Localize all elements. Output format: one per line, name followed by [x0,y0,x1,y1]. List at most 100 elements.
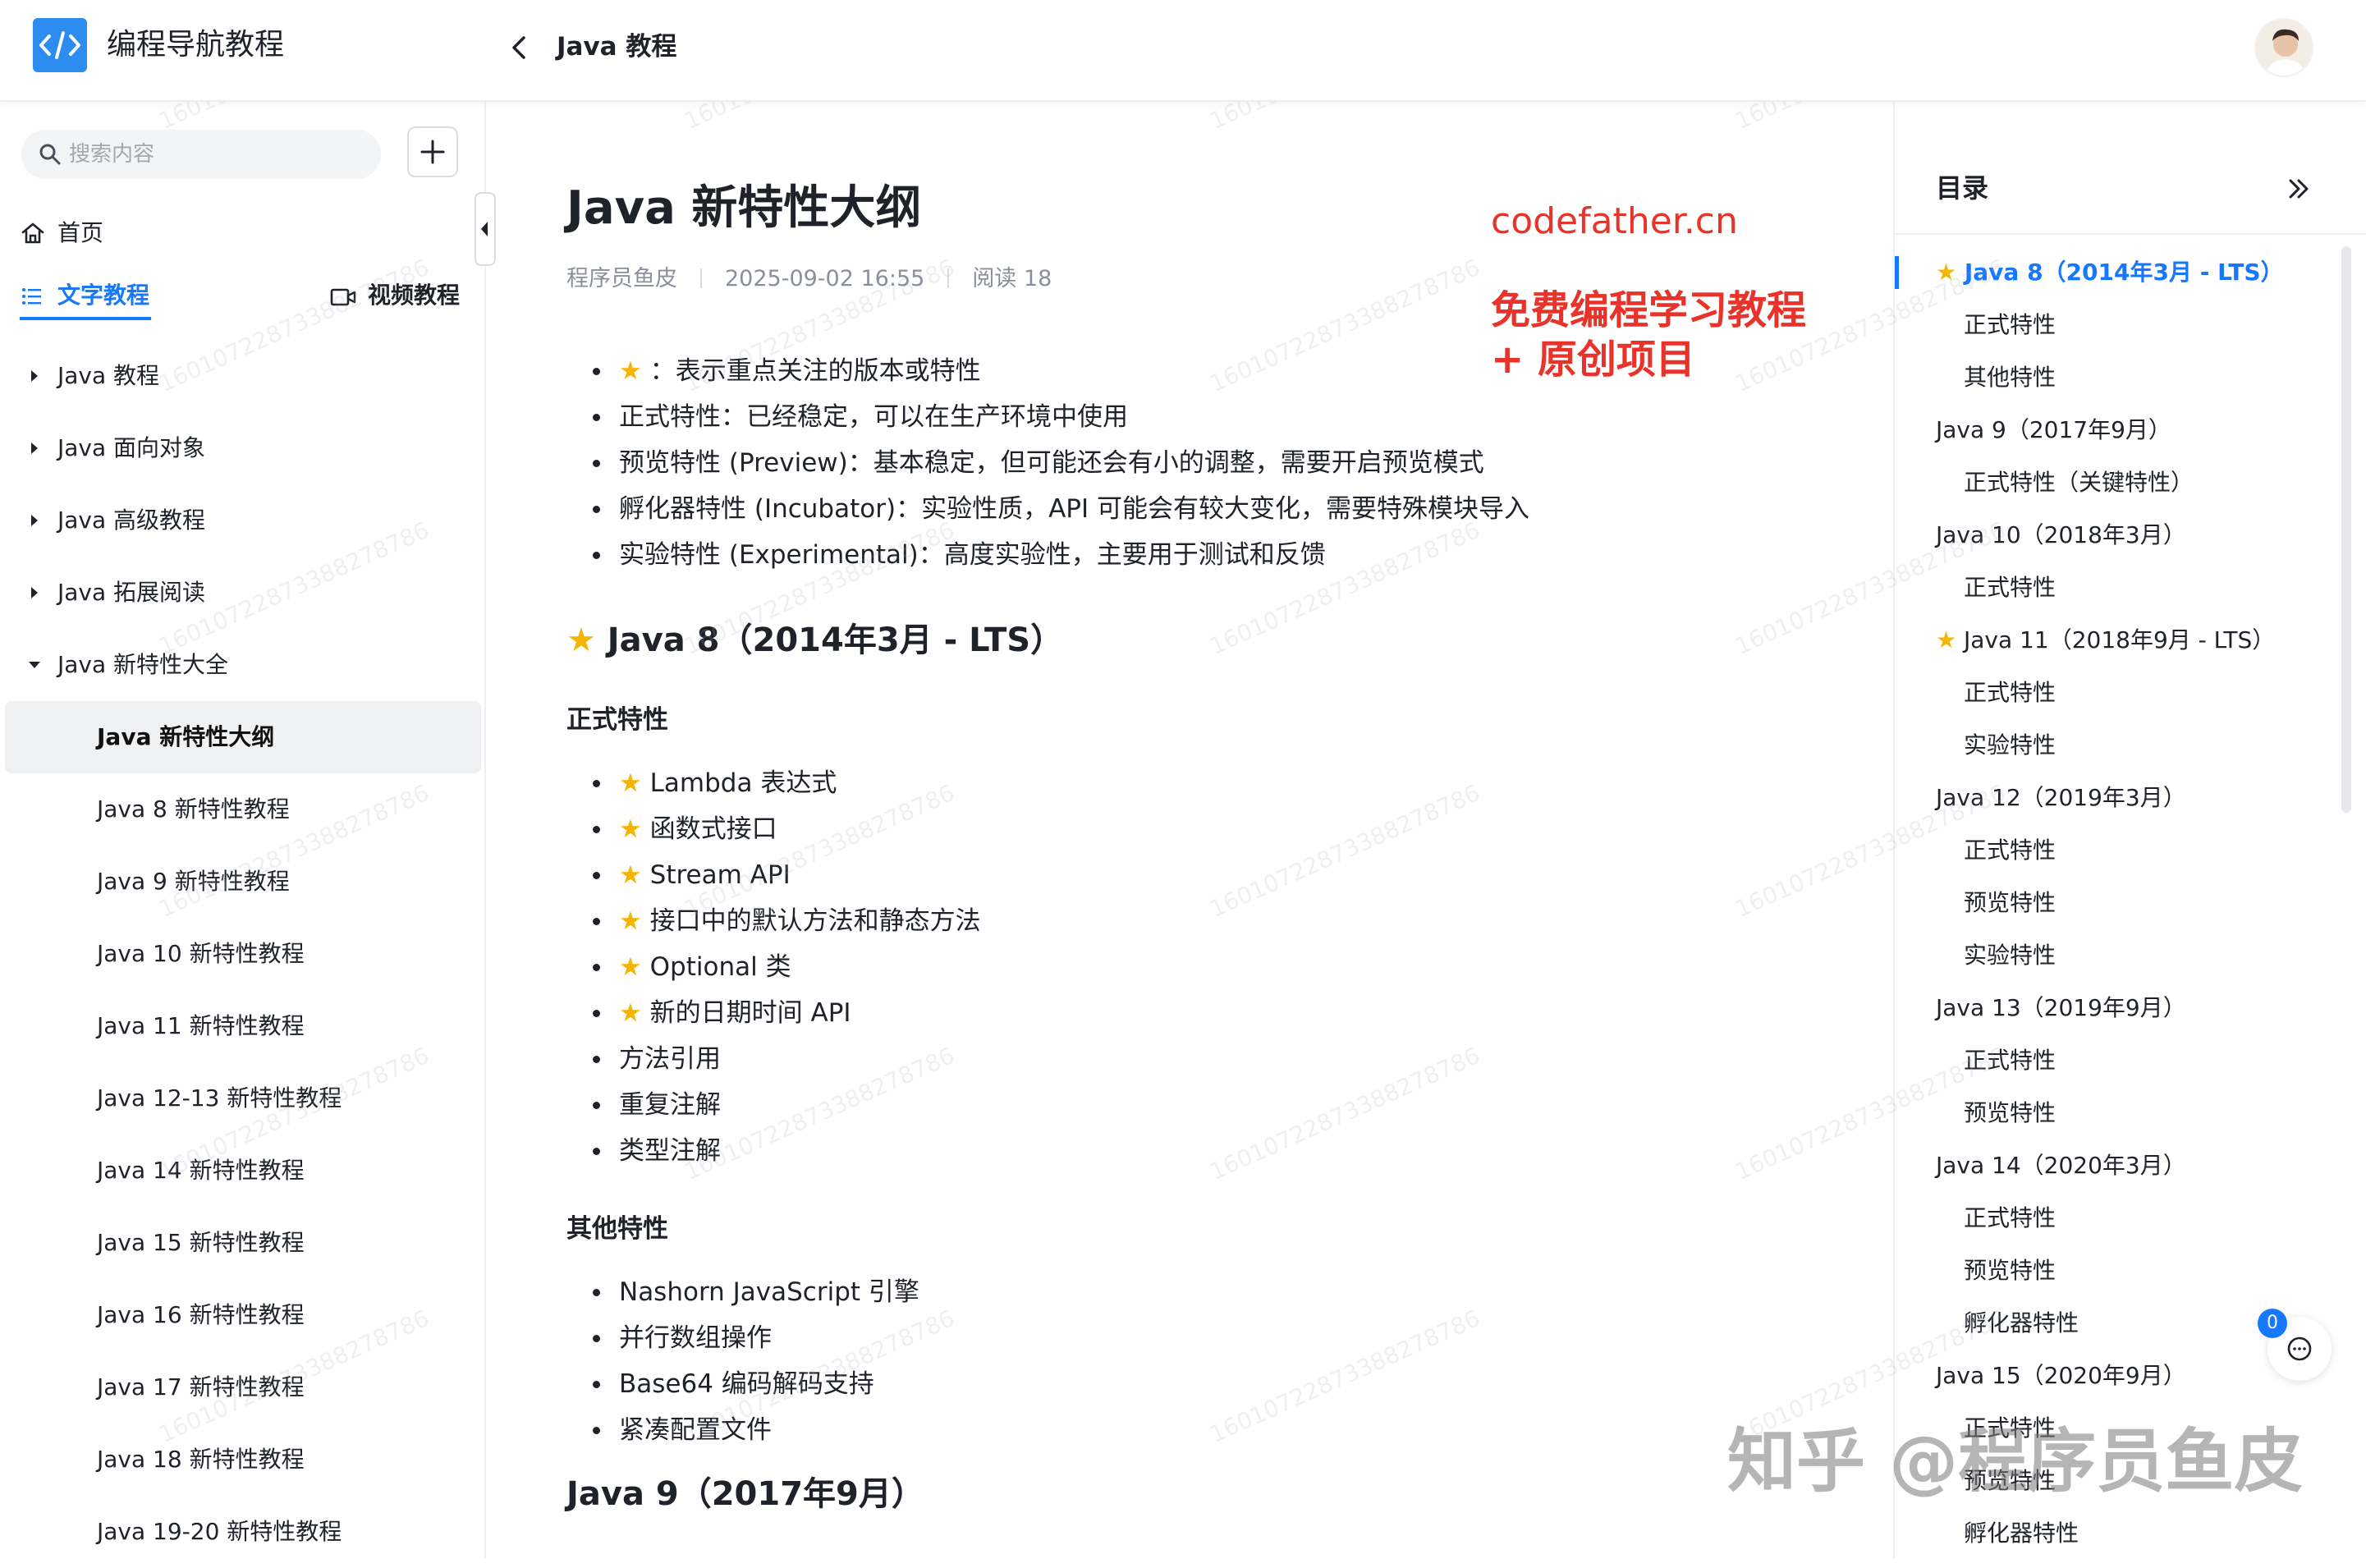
toc-item-label: 正式特性 [1964,1044,2056,1077]
toc-item-text: 正式特性（关键特性） [1964,469,2194,496]
list-item-text: 新的日期时间 API [649,998,851,1028]
sidebar-item[interactable]: Java 12-13 新特性教程 [5,1062,481,1135]
sidebar-item-label: Java 9 新特性教程 [97,868,290,895]
toc-item[interactable]: 正式特性 [1895,1034,2338,1087]
sidebar-item[interactable]: Java 18 新特性教程 [5,1424,481,1496]
toc-item[interactable]: Java 12（2019年3月） [1895,772,2338,824]
list-item-text: 实验特性 (Experimental)：高度实验性，主要用于测试和反馈 [619,540,1326,570]
star-icon: ★ [619,860,650,890]
toc-item[interactable]: Java 13（2019年9月） [1895,982,2338,1034]
star-icon: ★ [566,621,596,659]
toc-item[interactable]: 其他特性 [1895,351,2338,404]
caret-right-icon[interactable] [25,509,44,532]
toc-item-text: 孵化器特性 [1964,1309,2079,1336]
sidebar-item[interactable]: Java 新特性大全 [5,629,481,701]
chevron-left-icon[interactable] [504,30,534,66]
sidebar-item[interactable]: Java 15 新特性教程 [5,1207,481,1279]
tab-video-tutorial[interactable]: 视频教程 [328,273,476,322]
toc-item-label: Java 14（2020年3月） [1936,1149,2186,1182]
toc-item[interactable]: 预览特性 [1895,1245,2338,1297]
article-meta: 程序员鱼皮 2025-09-02 16:55 阅读 18 [566,263,1052,296]
toc-item-text: 正式特性 [1964,679,2056,706]
toc-item[interactable]: 正式特性 [1895,299,2338,351]
list-item-text: ：表示重点关注的版本或特性 [649,356,981,386]
star-icon: ★ [619,814,650,844]
search-icon [38,142,62,167]
toc-item[interactable]: ★ Java 11（2018年9月 - LTS） [1895,614,2338,667]
toc-item-label: 预览特性 [1964,1254,2056,1287]
toc-item[interactable]: 实验特性 [1895,929,2338,982]
tab-text-tutorial[interactable]: 文字教程 [20,273,184,322]
toc-item[interactable]: Java 9（2017年9月） [1895,404,2338,456]
caret-down-icon[interactable] [25,653,44,676]
sidebar-item[interactable]: Java 教程 [5,340,481,412]
toc-item[interactable]: 预览特性 [1895,1087,2338,1139]
sidebar-item[interactable]: Java 8 新特性教程 [5,773,481,846]
section-java8: ★ Java 8（2014年3月 - LTS） [566,616,1063,665]
sidebar-item[interactable]: Java 16 新特性教程 [5,1279,481,1351]
toc-item-label: 预览特性 [1964,1097,2056,1130]
toc-item-text: Java 15（2020年9月） [1936,1362,2186,1389]
code-brackets-icon[interactable] [33,18,87,72]
caret-right-icon[interactable] [25,437,44,460]
toc-item[interactable]: 正式特性 [1895,667,2338,719]
sidebar-item[interactable]: Java 9 新特性教程 [5,846,481,918]
toc-item-text: 其他特性 [1964,364,2056,391]
double-chevron-right-icon[interactable] [2281,171,2317,207]
nav-home[interactable]: 首页 [20,209,266,258]
sidebar-tree: Java 教程 Java 面向对象 Java 高级教程 Java 拓展阅读 Java 新… [0,340,486,1568]
star-icon: ★ [619,906,650,936]
search-input[interactable]: 搜索内容 [21,130,381,179]
app-title[interactable]: 编程导航教程 [107,25,284,66]
sidebar-item[interactable]: Java 新特性大纲 [5,701,481,773]
toc-item-label: Java 12（2019年3月） [1936,782,2186,814]
list-item-text: Nashorn JavaScript 引擎 [619,1277,919,1307]
star-icon: ★ [619,998,650,1028]
sidebar-item[interactable]: Java 面向对象 [5,412,481,484]
toc-item[interactable]: Java 14（2020年3月） [1895,1139,2338,1192]
list-item: 方法引用 [593,1036,981,1082]
sidebar-collapse-button[interactable] [475,192,496,266]
avatar[interactable] [2254,18,2313,77]
toc-item-label: 正式特性 [1964,1202,2056,1235]
sidebar-item[interactable]: Java 10 新特性教程 [5,918,481,990]
toc-item[interactable]: 正式特性 [1895,562,2338,614]
sidebar-item[interactable]: Java 11 新特性教程 [5,990,481,1062]
toc-item-text: Java 9（2017年9月） [1936,416,2171,443]
sidebar-item-label: Java 高级教程 [57,507,206,534]
list-item: ★ 新的日期时间 API [593,990,981,1036]
toc-item[interactable]: 孵化器特性 [1895,1507,2338,1560]
list-item: ★ Optional 类 [593,944,981,990]
toc-active-indicator [1895,256,1899,289]
list-item: Base64 编码解码支持 [593,1361,919,1407]
toc-item[interactable]: 正式特性 [1895,824,2338,877]
toc-item[interactable]: 预览特性 [1895,877,2338,929]
list-item: ★ Stream API [593,852,981,898]
sidebar-item[interactable]: Java 拓展阅读 [5,557,481,629]
author[interactable]: 程序员鱼皮 [566,263,677,296]
toc-item-label: Java 10（2018年3月） [1936,519,2186,552]
list-item: 类型注解 [593,1128,981,1174]
toc-item[interactable]: 实验特性 [1895,719,2338,772]
toc-scrollbar[interactable] [2341,246,2351,813]
toc-item[interactable]: 正式特性（关键特性） [1895,456,2338,509]
caret-right-icon[interactable] [25,581,44,604]
sidebar-item-label: Java 教程 [57,362,160,389]
caret-right-icon[interactable] [25,364,44,387]
divider [1895,233,2366,235]
sidebar-item[interactable]: Java 17 新特性教程 [5,1351,481,1424]
list-item-text: 接口中的默认方法和静态方法 [649,906,981,936]
sidebar-item-label: Java 8 新特性教程 [97,795,290,823]
toc-item-text: 预览特性 [1964,889,2056,916]
sidebar-item[interactable]: Java 高级教程 [5,484,481,557]
sidebar-item[interactable]: Java 14 新特性教程 [5,1135,481,1207]
toc-item[interactable]: Java 10（2018年3月） [1895,509,2338,562]
promo-slogan-line2: + 原创项目 [1491,337,1695,383]
list-item: 预览特性 (Preview)：基本稳定，但可能还会有小的调整，需要开启预览模式 [593,440,1529,486]
toc-item[interactable]: 正式特性 [1895,1192,2338,1245]
sidebar-item[interactable]: Java 19-20 新特性教程 [5,1496,481,1568]
star-icon: ★ [619,952,650,982]
list-item: 紧凑配置文件 [593,1407,919,1453]
add-button[interactable] [407,126,458,177]
toc-item[interactable]: ★ Java 8（2014年3月 - LTS） [1895,246,2338,299]
